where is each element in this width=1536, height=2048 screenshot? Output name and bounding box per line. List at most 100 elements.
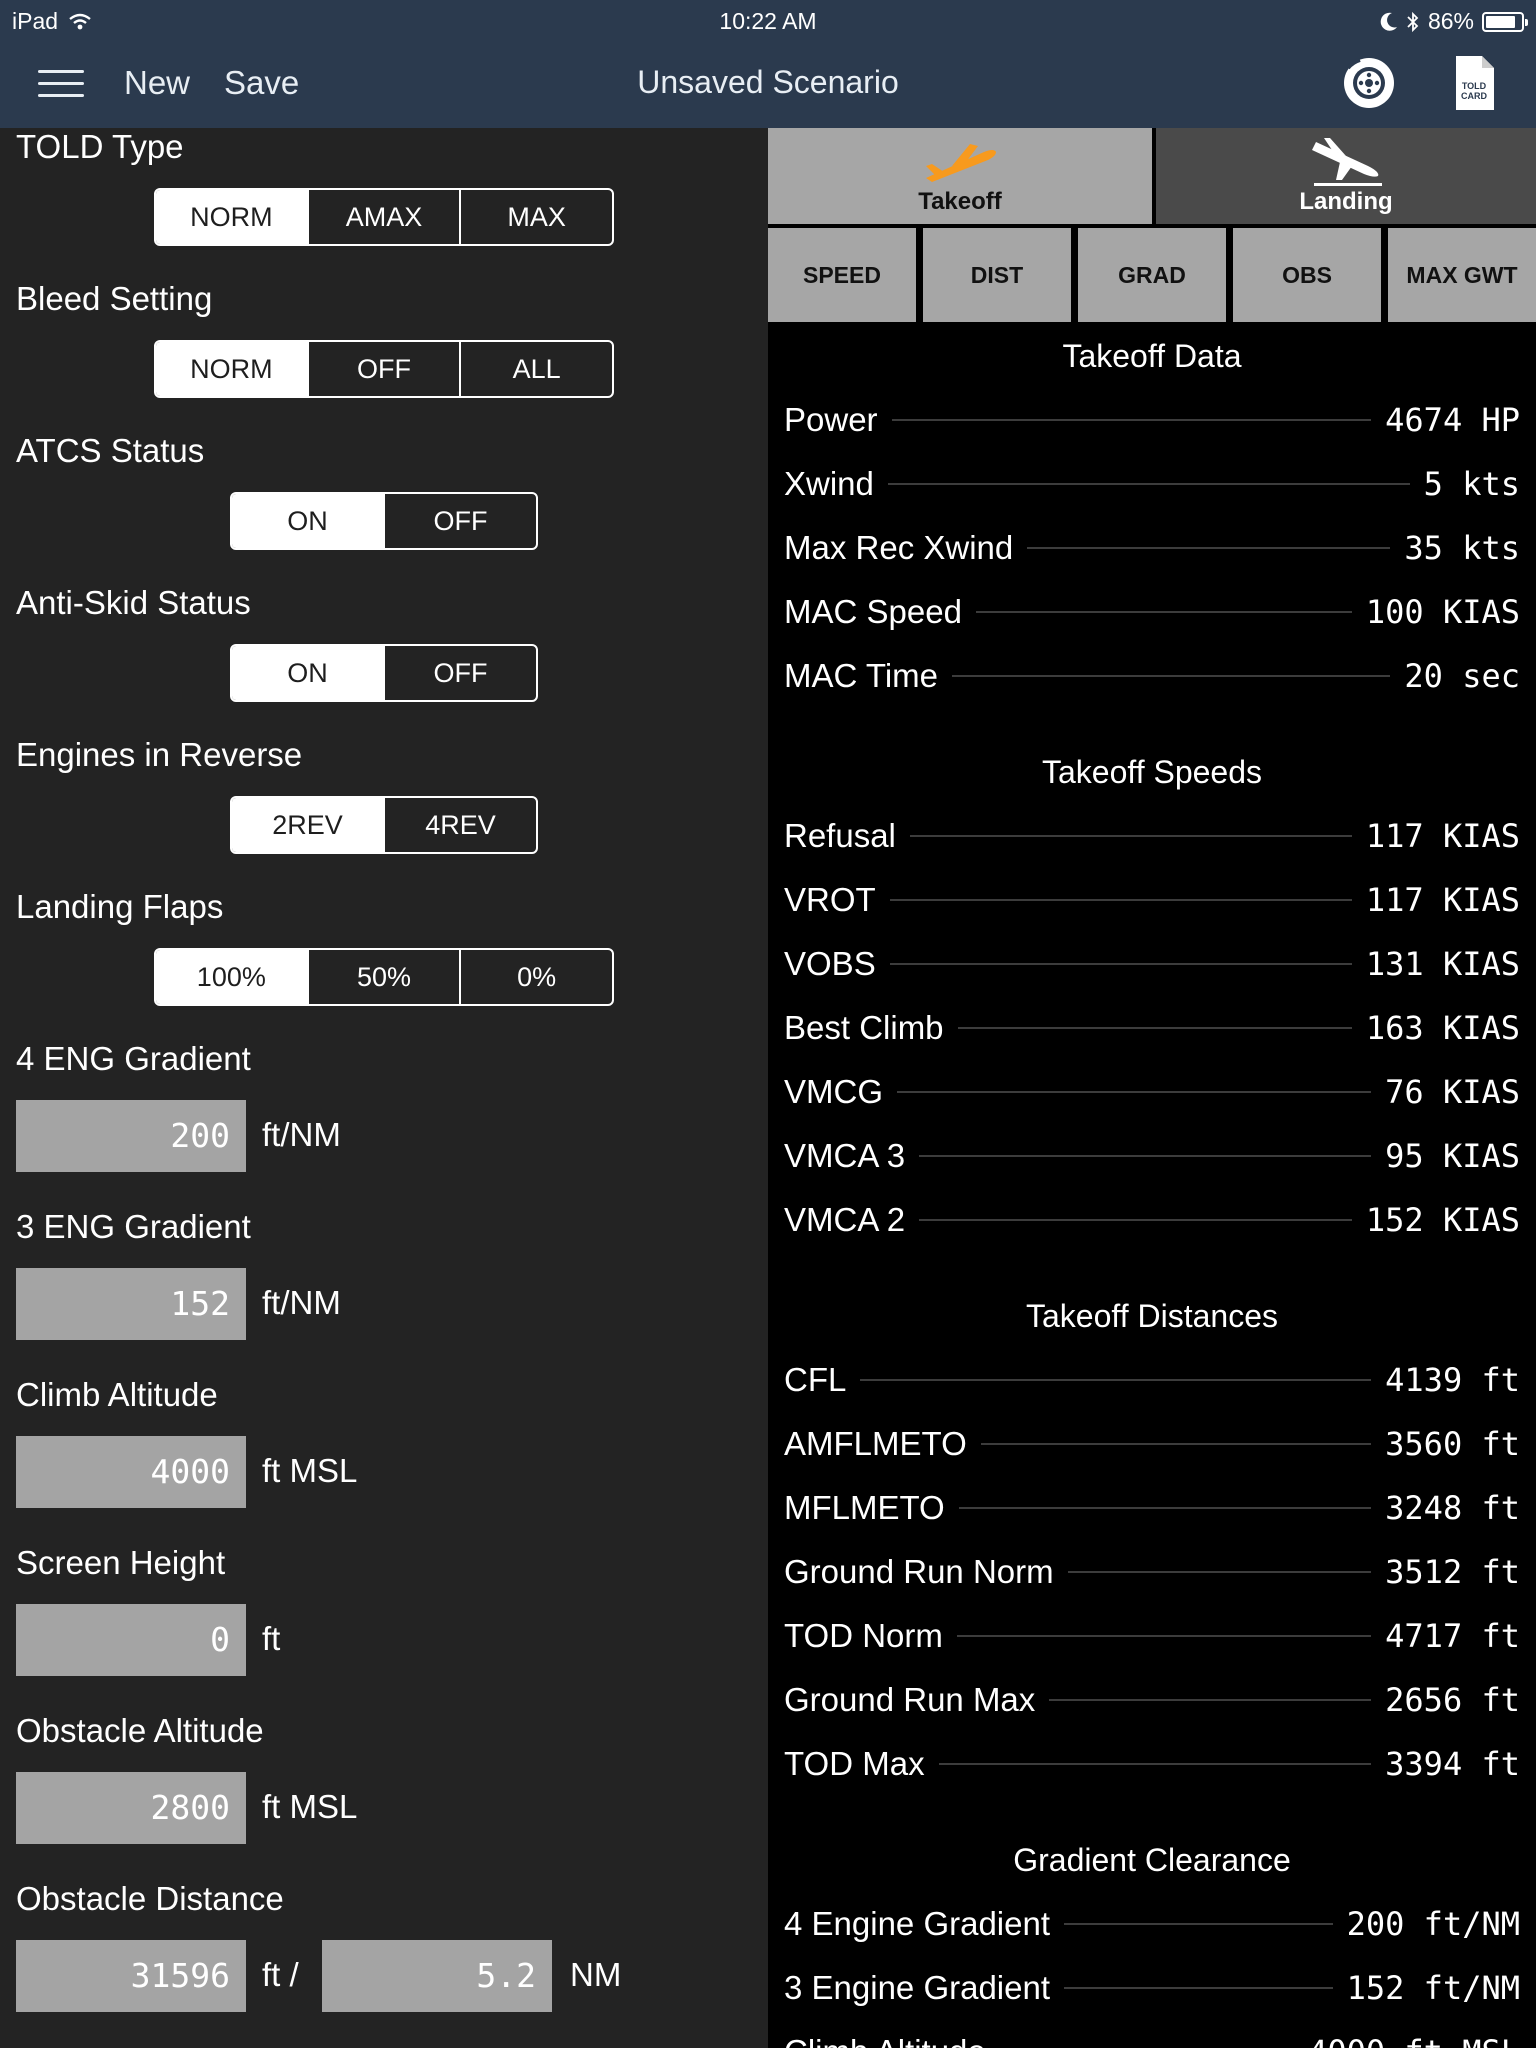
told-type-selector[interactable]: NORM AMAX MAX — [154, 188, 614, 246]
result-label: Ground Run Norm — [784, 1553, 1054, 1590]
result-row: Ground Run Max 2656 ft — [784, 1680, 1520, 1720]
result-row: CFL 4139 ft — [784, 1360, 1520, 1400]
result-row: VROT 117 KIAS — [784, 880, 1520, 920]
result-row: VMCA 3 95 KIAS — [784, 1136, 1520, 1176]
flaps-option[interactable]: 100% — [156, 950, 307, 1004]
result-label: Ground Run Max — [784, 1681, 1036, 1718]
result-value: 4139 ft — [1385, 1361, 1520, 1399]
bluetooth-icon — [1407, 11, 1419, 32]
screen-height-label: Screen Height — [16, 1544, 226, 1581]
result-row: 3 Engine Gradient 152 ft/NM — [784, 1968, 1520, 2008]
leader-line — [860, 1379, 1372, 1381]
tab-takeoff[interactable]: Takeoff — [768, 128, 1152, 224]
obstacle-distance-nm-unit: NM — [570, 1956, 622, 1993]
engines-reverse-selector[interactable]: 2REV 4REV — [230, 796, 538, 854]
landing-plane-icon — [1312, 138, 1382, 186]
bleed-setting-selector[interactable]: NORM OFF ALL — [154, 340, 614, 398]
tab-landing-label: Landing — [1299, 188, 1393, 215]
told-type-option[interactable]: MAX — [459, 190, 612, 244]
flaps-option[interactable]: 50% — [306, 950, 460, 1004]
obstacle-distance-ft-input[interactable]: 31596 — [16, 1940, 246, 2012]
result-value: 117 KIAS — [1365, 881, 1520, 919]
result-row: Refusal 117 KIAS — [784, 816, 1520, 856]
atcs-option[interactable]: ON — [232, 494, 383, 548]
result-row: MFLMETO 3248 ft — [784, 1488, 1520, 1528]
leader-line — [957, 1027, 1352, 1029]
leader-line — [975, 611, 1352, 613]
result-label: VMCG — [784, 1073, 883, 1110]
reverse-option[interactable]: 4REV — [383, 798, 536, 852]
leader-line — [889, 899, 1352, 901]
subtab-speed[interactable]: SPEED — [768, 228, 916, 322]
result-label: Max Rec Xwind — [784, 529, 1014, 566]
leader-line — [1064, 1923, 1333, 1925]
climb-altitude-input[interactable]: 4000 — [16, 1436, 246, 1508]
result-value: 152 ft/NM — [1346, 1969, 1520, 2007]
nav-bar: New Save Unsaved Scenario TOLD CARD — [0, 40, 1536, 128]
landing-flaps-selector[interactable]: 100% 50% 0% — [154, 948, 614, 1006]
grad4-input[interactable]: 200 — [16, 1100, 246, 1172]
gradient-clearance-title: Gradient Clearance — [1013, 1842, 1291, 1878]
result-row: TOD Max 3394 ft — [784, 1744, 1520, 1784]
result-value: 200 ft/NM — [1346, 1905, 1520, 1943]
engines-reverse-label: Engines in Reverse — [16, 736, 303, 773]
told-type-option[interactable]: AMAX — [306, 190, 460, 244]
climb-altitude-label: Climb Altitude — [16, 1376, 218, 1413]
result-value: 4000 ft MSL — [1308, 2033, 1520, 2048]
antiskid-status-label: Anti-Skid Status — [16, 584, 251, 621]
atcs-status-selector[interactable]: ON OFF — [230, 492, 538, 550]
grad3-input[interactable]: 152 — [16, 1268, 246, 1340]
status-bar: iPad 10:22 AM 86% — [0, 0, 1536, 40]
antiskid-status-selector[interactable]: ON OFF — [230, 644, 538, 702]
subtab-grad[interactable]: GRAD — [1078, 228, 1226, 322]
result-row: Climb Altitude 4000 ft MSL — [784, 2032, 1520, 2048]
result-label: CFL — [784, 1361, 847, 1398]
result-label: 3 Engine Gradient — [784, 1969, 1051, 2006]
wheel-settings-button[interactable] — [1340, 54, 1398, 112]
result-label: Power — [784, 401, 878, 438]
obstacle-altitude-unit: ft MSL — [262, 1788, 358, 1825]
told-card-button[interactable]: TOLD CARD — [1452, 54, 1510, 112]
status-time: 10:22 AM — [719, 8, 817, 34]
grad3-label: 3 ENG Gradient — [16, 1208, 251, 1245]
result-row: TOD Norm 4717 ft — [784, 1616, 1520, 1656]
takeoff-speeds-title: Takeoff Speeds — [1041, 754, 1262, 790]
subtab-obs[interactable]: OBS — [1233, 228, 1381, 322]
atcs-option[interactable]: OFF — [383, 494, 536, 548]
reverse-option[interactable]: 2REV — [232, 798, 383, 852]
result-value: 163 KIAS — [1365, 1009, 1520, 1047]
scenario-title: Unsaved Scenario — [637, 64, 899, 100]
result-label: Refusal — [784, 817, 896, 854]
grad4-unit: ft/NM — [262, 1116, 341, 1153]
result-value: 3394 ft — [1385, 1745, 1520, 1783]
result-label: MAC Speed — [784, 593, 962, 630]
screen-height-input[interactable]: 0 — [16, 1604, 246, 1676]
leader-line — [891, 419, 1372, 421]
obstacle-altitude-input[interactable]: 2800 — [16, 1772, 246, 1844]
bleed-option[interactable]: OFF — [306, 342, 460, 396]
antiskid-option[interactable]: OFF — [383, 646, 536, 700]
subtab-dist[interactable]: DIST — [923, 228, 1071, 322]
tab-takeoff-label: Takeoff — [918, 188, 1002, 215]
tab-landing[interactable]: Landing — [1156, 128, 1536, 224]
moon-icon — [1380, 12, 1397, 31]
takeoff-distances-title: Takeoff Distances — [1026, 1298, 1278, 1334]
status-right: 86% — [1380, 8, 1528, 35]
wheel-icon — [1344, 58, 1394, 108]
result-value: 95 KIAS — [1385, 1137, 1520, 1175]
result-value: 152 KIAS — [1365, 1201, 1520, 1239]
bleed-option[interactable]: ALL — [459, 342, 612, 396]
atcs-status-label: ATCS Status — [16, 432, 205, 469]
result-value: 4674 HP — [1385, 401, 1520, 439]
flaps-option[interactable]: 0% — [459, 950, 612, 1004]
result-label: VOBS — [784, 945, 876, 982]
result-row: Ground Run Norm 3512 ft — [784, 1552, 1520, 1592]
result-value: 117 KIAS — [1365, 817, 1520, 855]
subtab-max-gwt[interactable]: MAX GWT — [1388, 228, 1536, 322]
leader-line — [980, 1443, 1372, 1445]
leader-line — [919, 1219, 1352, 1221]
obstacle-distance-nm-input[interactable]: 5.2 — [322, 1940, 552, 2012]
antiskid-option[interactable]: ON — [232, 646, 383, 700]
told-type-option[interactable]: NORM — [156, 190, 307, 244]
bleed-option[interactable]: NORM — [156, 342, 307, 396]
